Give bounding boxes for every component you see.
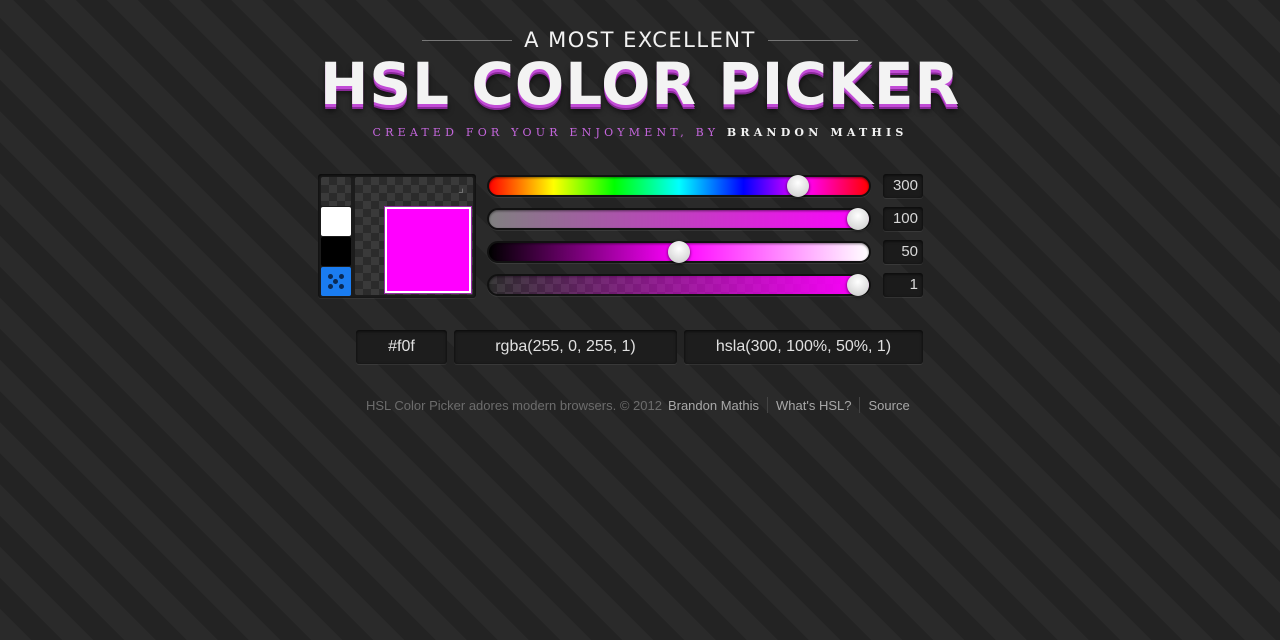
footer-divider bbox=[767, 397, 769, 413]
byline-lead: CREATED FOR YOUR ENJOYMENT, BY bbox=[372, 126, 720, 139]
byline: CREATED FOR YOUR ENJOYMENT, BY BRANDON M… bbox=[0, 126, 1280, 139]
lightness-slider[interactable] bbox=[487, 241, 871, 263]
lightness-slider-handle[interactable] bbox=[668, 241, 690, 263]
eyebrow-text: A MOST EXCELLENT bbox=[524, 28, 756, 52]
saturation-slider-handle[interactable] bbox=[847, 208, 869, 230]
saturation-input[interactable]: 100 bbox=[883, 207, 923, 231]
eyebrow-rule-right bbox=[767, 39, 858, 41]
alpha-input[interactable]: 1 bbox=[883, 273, 923, 297]
hue-slider[interactable] bbox=[487, 175, 871, 197]
eyebrow-rule-left bbox=[422, 39, 513, 41]
rgba-output[interactable]: rgba(255, 0, 255, 1) bbox=[454, 330, 677, 364]
hsla-output[interactable]: hsla(300, 100%, 50%, 1) bbox=[684, 330, 923, 364]
footer-link-source[interactable]: Source bbox=[868, 398, 909, 413]
color-preview bbox=[385, 207, 471, 293]
lightness-input[interactable]: 50 bbox=[883, 240, 923, 264]
alpha-slider[interactable] bbox=[487, 274, 871, 296]
page-title: HSL COLOR PICKER bbox=[319, 50, 961, 118]
footer-link-author[interactable]: Brandon Mathis bbox=[668, 398, 759, 413]
white-swatch[interactable] bbox=[321, 207, 351, 236]
dice-icon bbox=[326, 272, 346, 291]
black-swatch[interactable] bbox=[321, 237, 351, 266]
footer-divider bbox=[859, 397, 861, 413]
alpha-slider-handle[interactable] bbox=[847, 274, 869, 296]
eyebrow: A MOST EXCELLENT bbox=[0, 28, 1280, 52]
transparent-swatch[interactable] bbox=[321, 177, 351, 206]
hex-output[interactable]: #f0f bbox=[356, 330, 447, 364]
alpha-slider-fill bbox=[489, 276, 869, 294]
byline-author: BRANDON MATHIS bbox=[726, 126, 908, 139]
footer-text: HSL Color Picker adores modern browsers.… bbox=[366, 397, 662, 413]
hue-input[interactable]: 300 bbox=[883, 174, 923, 198]
random-color-button[interactable] bbox=[321, 267, 351, 296]
footer: HSL Color Picker adores modern browsers.… bbox=[366, 397, 926, 413]
collapse-icon[interactable]: ⌟ bbox=[453, 180, 469, 196]
saturation-slider[interactable] bbox=[487, 208, 871, 230]
footer-link-whats-hsl[interactable]: What's HSL? bbox=[776, 398, 851, 413]
hue-slider-handle[interactable] bbox=[787, 175, 810, 197]
